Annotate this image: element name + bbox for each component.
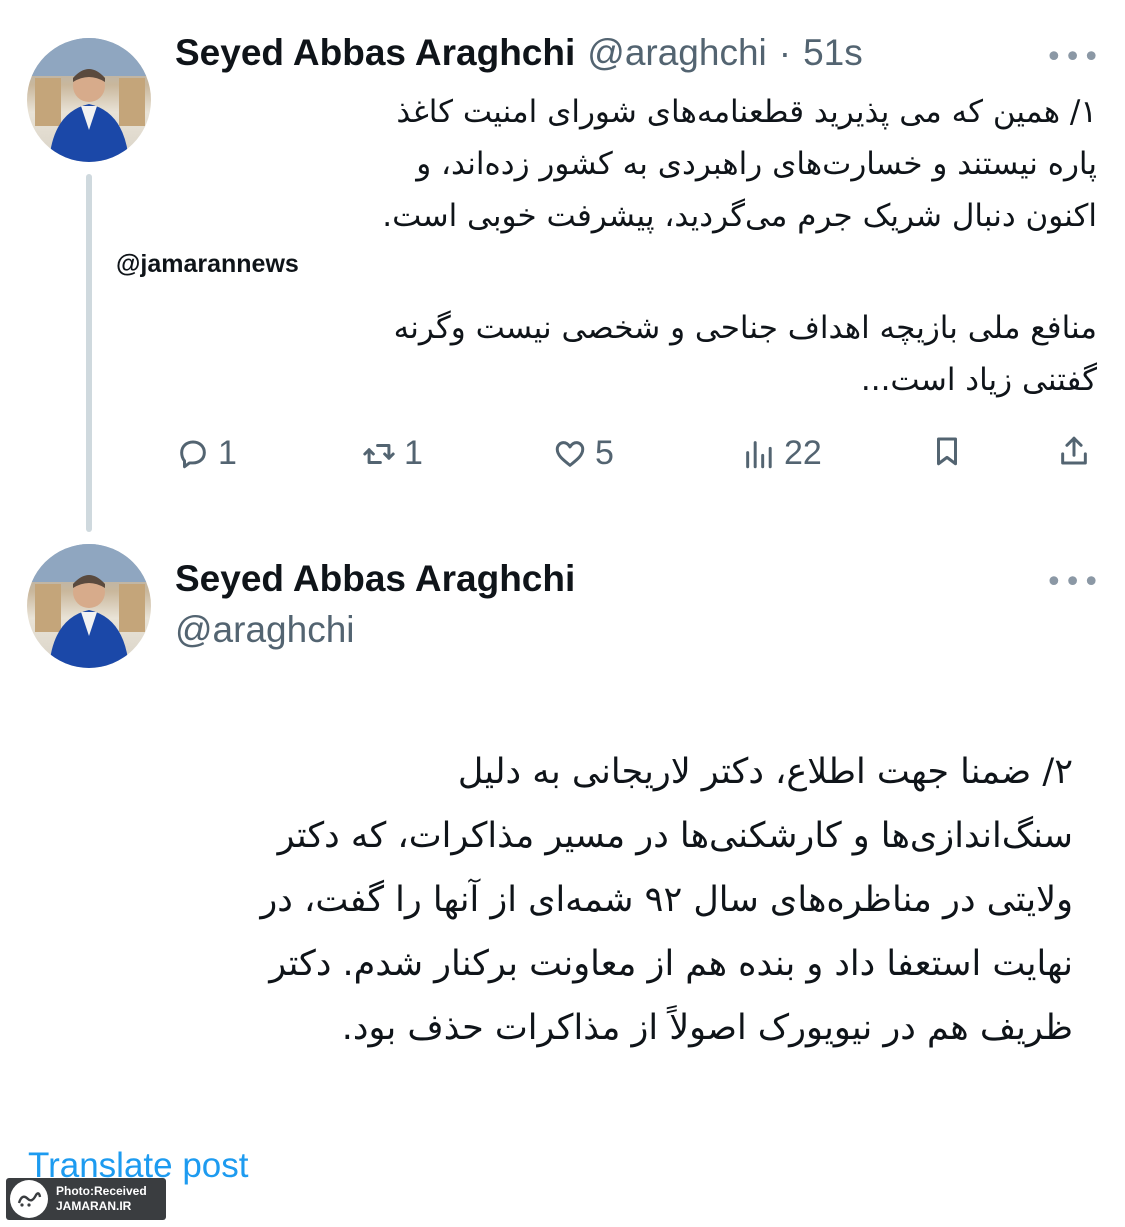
avatar-photo — [27, 38, 151, 162]
tweet1-header: Seyed Abbas Araghchi @araghchi · 51s — [175, 32, 863, 74]
tweet-text-line: پاره نیستند و خسارت‌های راهبردی به کشور … — [416, 146, 1097, 182]
tweet-text-line: ولایتی در مناظره‌های سال ۹۲ شمه‌ای از آن… — [260, 880, 1073, 920]
like-icon — [555, 440, 585, 467]
reply-icon — [180, 439, 206, 468]
repost-button[interactable]: 1 — [362, 434, 423, 473]
views-button[interactable]: 22 — [742, 434, 822, 473]
bookmark-icon — [937, 437, 957, 466]
views-icon — [746, 440, 772, 468]
author-handle[interactable]: @araghchi — [175, 609, 355, 651]
tweet-text-line: ۲/ ضمنا جهت اطلاع، دکتر لاریجانی به دلیل — [457, 752, 1073, 792]
share-button[interactable] — [1057, 434, 1091, 468]
tweet-text-line: گفتنی زیاد است... — [860, 362, 1097, 398]
share-icon — [1061, 436, 1087, 465]
tweet-text-line: اکنون دنبال شریک جرم می‌گردید، پیشرفت خو… — [382, 198, 1097, 234]
watermark-handle: @jamarannews — [116, 250, 299, 278]
tweet1-text-paragraph2: منافع ملی بازیچه اهداف جناحی و شخصی نیست… — [394, 302, 1097, 406]
like-button[interactable]: 5 — [553, 434, 614, 473]
tweet-text-line: نهایت استعفا داد و بنده هم از معاونت برک… — [269, 944, 1073, 984]
repost-icon — [363, 443, 395, 464]
tweet-text-line: ظریف هم در نیویورک اصولاً از مذاکرات حذف… — [341, 1008, 1073, 1048]
header-separator: · — [778, 32, 792, 73]
tweet-text-line: سنگ‌اندازی‌ها و کارشکنی‌ها در مسیر مذاکر… — [277, 816, 1073, 856]
repost-count: 1 — [404, 434, 423, 472]
like-count: 5 — [595, 434, 614, 472]
photo-credit-text: Photo:Received JAMARAN.IR — [56, 1184, 147, 1214]
avatar-photo — [27, 544, 151, 668]
views-count: 22 — [784, 434, 822, 472]
reply-button[interactable]: 1 — [176, 434, 237, 473]
more-options-button[interactable]: ••• — [1045, 40, 1101, 75]
tweet1-text: ۱/ همین که می پذیرید قطعنامه‌های شورای ا… — [382, 86, 1097, 242]
bookmark-button[interactable] — [930, 434, 964, 468]
more-options-button[interactable]: ••• — [1045, 565, 1101, 600]
tweet-text-line: منافع ملی بازیچه اهداف جناحی و شخصی نیست… — [393, 310, 1097, 346]
photo-credit-badge: Photo:Received JAMARAN.IR — [6, 1178, 166, 1220]
author-avatar[interactable] — [27, 544, 151, 668]
tweet-text-line: ۱/ همین که می پذیرید قطعنامه‌های شورای ا… — [396, 94, 1097, 130]
tweet-timestamp[interactable]: 51s — [803, 32, 863, 74]
author-name[interactable]: Seyed Abbas Araghchi — [175, 32, 575, 74]
reply-count: 1 — [218, 434, 237, 472]
author-avatar[interactable] — [27, 38, 151, 162]
author-name[interactable]: Seyed Abbas Araghchi — [175, 558, 575, 600]
photo-credit-site: JAMARAN.IR — [56, 1199, 132, 1213]
photo-credit-line: Photo:Received — [56, 1184, 147, 1198]
author-handle[interactable]: @araghchi — [587, 32, 767, 74]
jamaran-logo-mark — [17, 1192, 42, 1207]
thread-connector-line — [86, 174, 92, 532]
tweet2-text: ۲/ ضمنا جهت اطلاع، دکتر لاریجانی به دلیل… — [260, 740, 1073, 1060]
jamaran-logo — [10, 1180, 48, 1218]
